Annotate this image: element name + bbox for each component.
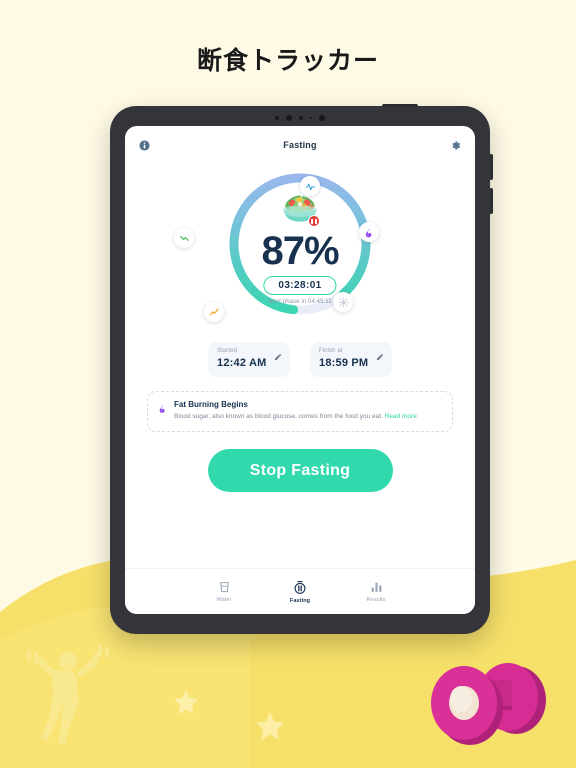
volume-up-button[interactable] <box>490 154 493 180</box>
phase-info-body: Blood sugar, also known as blood glucose… <box>174 412 442 422</box>
sensor-dot <box>299 116 303 120</box>
tablet-device-frame: Fasting 87% 03:28:01 Next phase in 04:45… <box>110 104 493 634</box>
stop-fasting-button[interactable]: Stop Fasting <box>207 449 393 493</box>
pulse-icon <box>305 183 315 190</box>
power-button[interactable] <box>382 104 418 107</box>
camera-dot <box>286 115 292 121</box>
fasting-timer-icon <box>294 580 306 594</box>
phase-info-text: Blood sugar, also known as blood glucose… <box>174 413 383 420</box>
next-phase-text: Next phase in 04:45:11 <box>268 299 332 305</box>
camera-dot <box>319 115 325 121</box>
tablet-screen: Fasting 87% 03:28:01 Next phase in 04:45… <box>125 126 475 614</box>
fasting-timer: 03:28:01 <box>263 276 337 295</box>
page-title-fasting: Fasting <box>283 140 317 150</box>
pencil-glyph <box>377 354 383 360</box>
nav-fasting-label: Fasting <box>289 597 311 604</box>
growth-phase-node[interactable] <box>204 302 224 322</box>
nav-water[interactable]: Water <box>203 580 245 603</box>
page-title: 断食トラッカー <box>196 46 379 75</box>
app-header: Fasting <box>125 126 475 164</box>
sensor-dot <box>310 117 312 119</box>
bar-chart-icon <box>371 582 381 592</box>
nav-water-label: Water <box>216 597 232 603</box>
pencil-icon[interactable] <box>274 348 282 366</box>
pause-bar <box>311 218 314 224</box>
water-glass-icon <box>219 582 229 593</box>
phase-info-card: Fat Burning Begins Blood sugar, also kno… <box>147 391 453 433</box>
sensor-dot <box>275 116 279 120</box>
chart-up-orange-icon <box>209 308 218 315</box>
progress-percent: 87% <box>261 229 339 273</box>
nav-fasting[interactable]: Fasting <box>279 580 321 604</box>
tablet-sensor-dots <box>110 115 490 121</box>
nav-results-label: Results <box>366 597 386 603</box>
read-more-link[interactable]: Read more <box>385 413 417 420</box>
status-badge-paused <box>308 215 320 227</box>
flame-icon <box>158 400 167 422</box>
volume-down-button[interactable] <box>490 188 493 214</box>
bottom-navigation: Water Fasting Results <box>125 568 475 614</box>
nav-results[interactable]: Results <box>355 580 397 603</box>
pause-bar <box>314 218 317 224</box>
finish-card-value: 18:59 PM <box>319 357 369 369</box>
started-card-value: 12:42 AM <box>217 357 267 369</box>
phase-info-title: Fat Burning Begins <box>174 400 248 409</box>
finish-card-label: Finish at <box>319 348 343 354</box>
started-card[interactable]: Started 12:42 AM <box>208 342 290 377</box>
started-card-label: Started <box>217 348 238 354</box>
finish-card[interactable]: Finish at 18:59 PM <box>310 342 392 377</box>
pencil-glyph <box>275 354 281 360</box>
time-cards-row: Started 12:42 AM Finish at 18:59 PM <box>125 342 475 377</box>
gear-icon[interactable] <box>450 140 461 151</box>
info-icon[interactable] <box>139 139 150 151</box>
fasting-progress-ring: 87% 03:28:01 Next phase in 04:45:11 <box>125 166 475 336</box>
pencil-icon[interactable] <box>376 348 384 366</box>
